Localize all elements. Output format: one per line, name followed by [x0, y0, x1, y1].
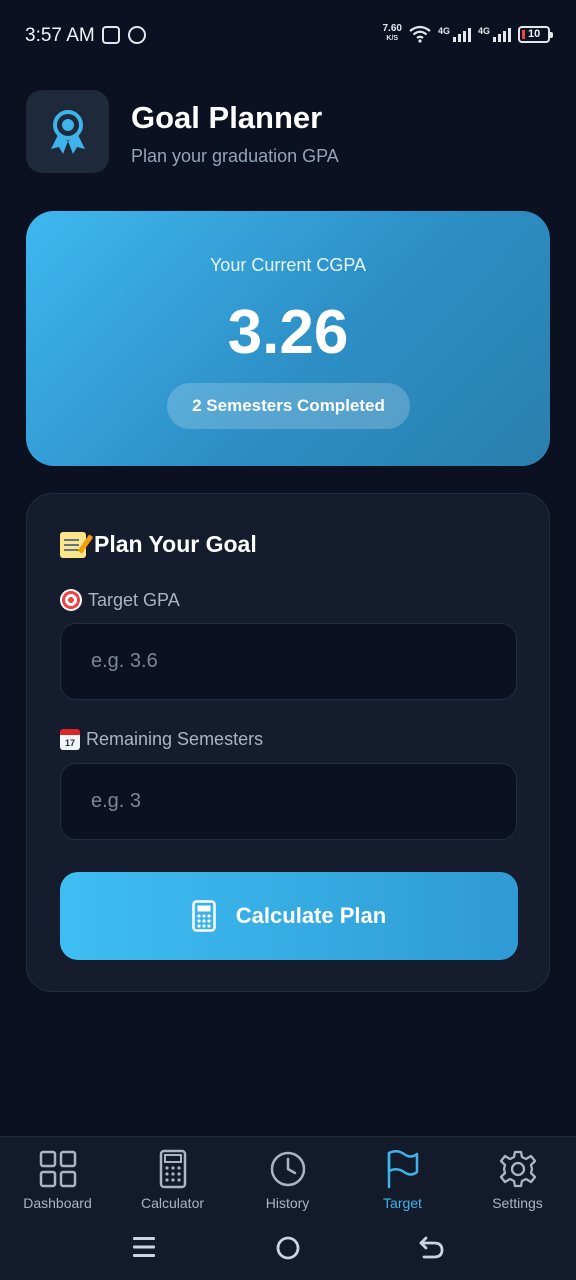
nav-calculator[interactable]: Calculator [115, 1149, 230, 1229]
calculate-plan-button[interactable]: Calculate Plan [60, 872, 518, 960]
nav-target[interactable]: Target [345, 1149, 460, 1229]
gear-icon [499, 1150, 536, 1188]
remaining-semesters-label: 17 Remaining Semesters [60, 729, 263, 750]
cgpa-value: 3.26 [227, 298, 349, 367]
page-title: Goal Planner [131, 100, 323, 135]
plan-title: Plan Your Goal [60, 531, 257, 558]
calculator-icon [159, 1149, 186, 1189]
calendar-icon: 17 [60, 729, 80, 750]
home-circle-icon[interactable] [275, 1235, 301, 1261]
cell-signal-icon: 4G [478, 26, 511, 42]
target-icon [60, 589, 82, 611]
memo-icon [60, 531, 86, 558]
grid-icon [39, 1150, 76, 1188]
award-ribbon-icon [26, 90, 109, 173]
battery-icon: 10 [518, 25, 553, 43]
plan-goal-card: Plan Your Goal Target GPA 17 Remaining S… [26, 493, 550, 992]
nav-dashboard[interactable]: Dashboard [0, 1149, 115, 1229]
status-time: 3:57 AM [25, 25, 95, 46]
target-gpa-label: Target GPA [60, 589, 180, 611]
nav-history[interactable]: History [230, 1149, 345, 1229]
remaining-semesters-input[interactable] [60, 763, 517, 840]
menu-icon[interactable] [131, 1235, 157, 1259]
status-bar: 3:57 AM 7.60 K/S 4G 4G 10 [0, 0, 576, 72]
wifi-icon [409, 25, 431, 43]
nav-settings[interactable]: Settings [460, 1149, 575, 1229]
net-speed: 7.60 K/S [382, 23, 402, 43]
target-gpa-input[interactable] [60, 623, 517, 700]
page-subtitle: Plan your graduation GPA [131, 146, 339, 166]
cgpa-label: Your Current CGPA [209, 255, 367, 275]
cgpa-card: Your Current CGPA 3.26 2 Semesters Compl… [26, 211, 550, 466]
notification-app-icon [102, 26, 120, 44]
back-icon[interactable] [418, 1235, 446, 1261]
notification-chat-icon [128, 26, 146, 44]
cell-signal-icon: 4G [438, 26, 471, 42]
clock-icon [270, 1151, 305, 1187]
calculator-icon [192, 900, 216, 932]
flag-icon [387, 1150, 418, 1189]
bottom-nav: Dashboard Calculator History Target Sett… [0, 1136, 576, 1280]
semesters-badge: 2 Semesters Completed [167, 383, 410, 429]
